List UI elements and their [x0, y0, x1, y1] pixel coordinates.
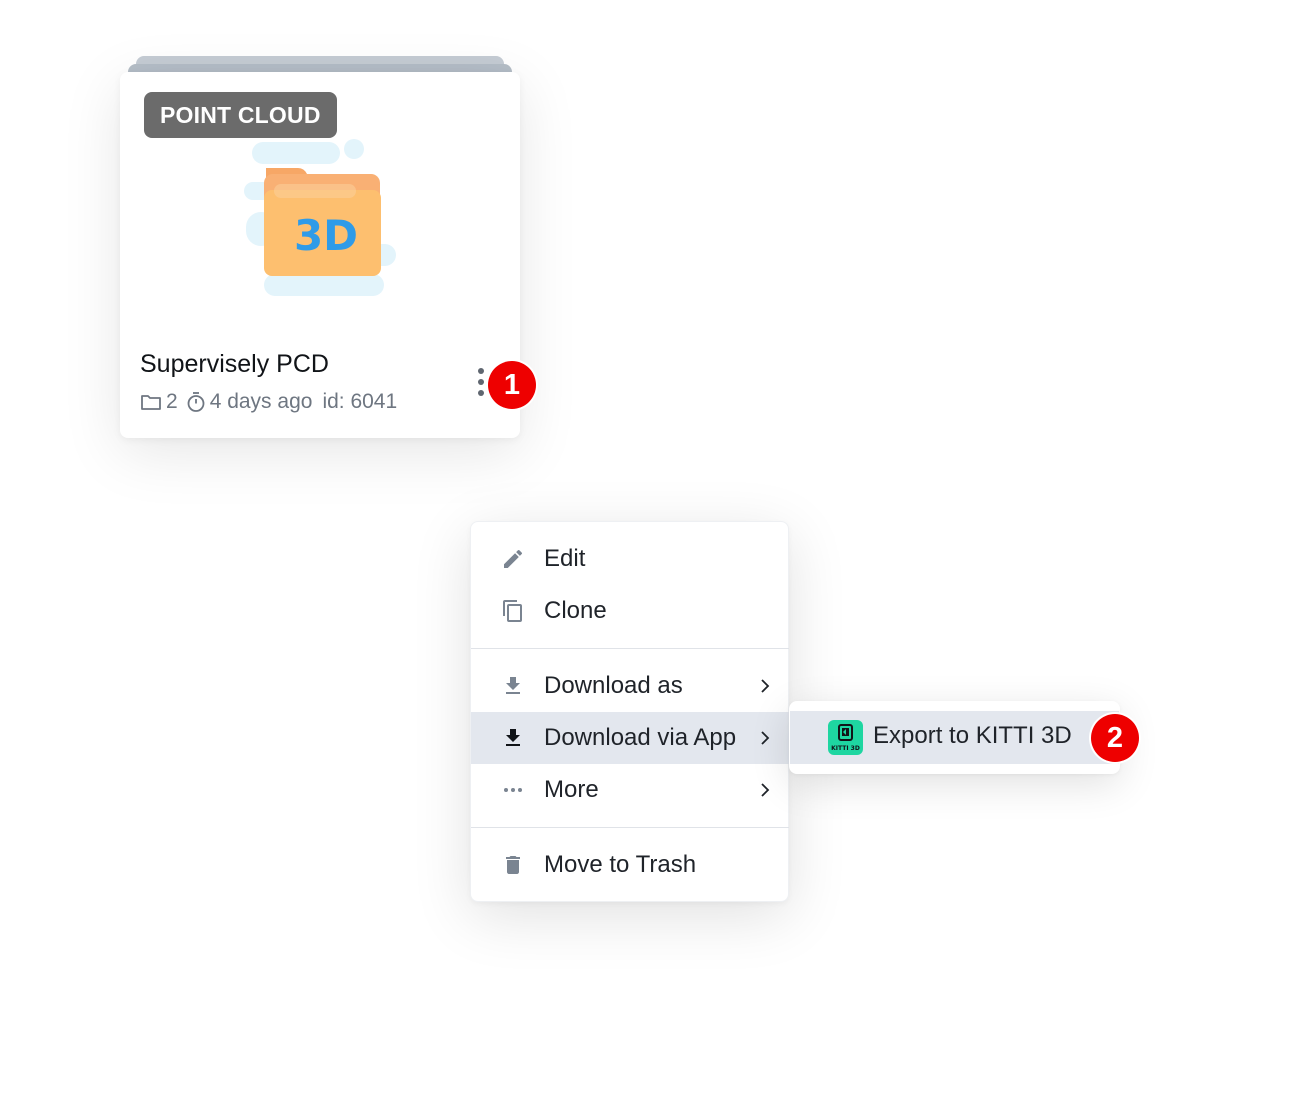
kitti-3d-app-icon: KITTI 3D [828, 720, 863, 755]
project-title[interactable]: Supervisely PCD [140, 350, 329, 379]
trash-icon [506, 856, 520, 874]
copy-icon [503, 600, 522, 622]
project-card[interactable]: POINT CLOUD 3D Supervisely PCD 2 4 days … [120, 72, 520, 438]
updated-time: 4 days ago [209, 390, 313, 413]
menu-item-label: Edit [544, 545, 586, 572]
menu-divider [471, 827, 789, 828]
chevron-right-icon [761, 783, 770, 797]
menu-item-label: Download as [544, 672, 683, 699]
project-type-badge: POINT CLOUD [144, 92, 337, 138]
download-icon [506, 677, 520, 694]
submenu-item-export-kitti-3d[interactable]: KITTI 3D Export to KITTI 3D [790, 711, 1119, 764]
timer-icon [187, 392, 205, 412]
project-meta: 2 4 days ago id: 6041 [140, 390, 397, 414]
menu-item-label: Clone [544, 597, 607, 624]
more-options-icon[interactable] [474, 368, 488, 396]
step-marker-2: 2 [1091, 714, 1139, 762]
menu-item-download-as[interactable]: Download as [471, 660, 789, 712]
menu-divider [471, 648, 789, 649]
folder-icon [141, 395, 161, 410]
menu-item-label: Download via App [544, 724, 737, 751]
menu-item-clone[interactable]: Clone [471, 585, 789, 637]
folder-3d-thumbnail: 3D [244, 139, 396, 296]
menu-item-move-to-trash[interactable]: Move to Trash [471, 839, 789, 891]
download-via-app-submenu: KITTI 3D Export to KITTI 3D [789, 701, 1120, 774]
thumbnail-3d-text: 3D [294, 211, 358, 260]
ellipsis-icon [504, 788, 522, 792]
step-marker-1: 1 [488, 361, 536, 409]
context-menu: Edit Clone Download as Download via App [470, 521, 789, 902]
project-id: id: 6041 [322, 390, 398, 413]
menu-item-label: Move to Trash [544, 851, 697, 878]
menu-item-label: More [544, 776, 599, 803]
chevron-right-icon [761, 679, 770, 693]
datasets-count: 2 [166, 390, 178, 413]
menu-item-more[interactable]: More [471, 764, 789, 816]
menu-item-edit[interactable]: Edit [471, 533, 789, 585]
export-app-logo-icon: KITTI 3D [831, 724, 860, 752]
submenu-item-label: Export to KITTI 3D [873, 722, 1072, 749]
pencil-icon [504, 549, 523, 568]
workspace: POINT CLOUD 3D Supervisely PCD 2 4 days … [0, 0, 1293, 1108]
app-icon-caption: KITTI 3D [831, 745, 860, 752]
menu-item-download-via-app[interactable]: Download via App [471, 712, 789, 764]
chevron-right-icon [761, 731, 770, 745]
download-icon [506, 729, 520, 746]
